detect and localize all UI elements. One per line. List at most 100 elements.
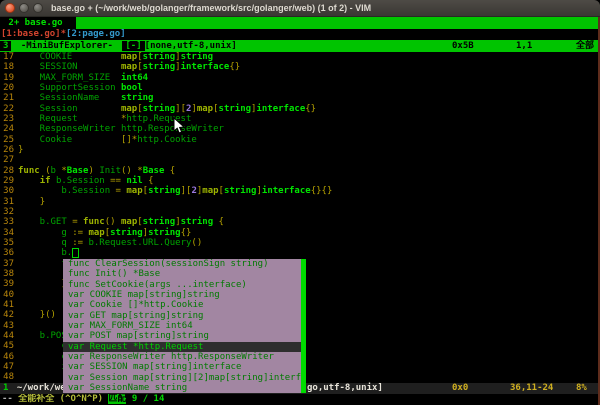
completion-item[interactable]: func ClearSession(sessionSign string) [63, 259, 301, 269]
status-file-path: ~/work/we [11, 383, 65, 393]
minibufexplorer-bufferlist: [1:base.go]*[2:page.go] [0, 29, 600, 40]
completion-item[interactable]: var Session map[string][2]map[string]int… [63, 373, 301, 383]
code-text: } [18, 145, 23, 155]
status-buffer-number: 1 [0, 383, 11, 393]
vim-cmdline: -- 全能补全 (^O^N^P) 匹配 9 / 14 [0, 394, 600, 405]
mbe-title: -MiniBufExplorer- [17, 41, 117, 51]
line-number: 35 [0, 238, 14, 248]
line-number: 48 [0, 372, 14, 382]
completion-item[interactable]: var SessionName string [63, 383, 301, 393]
mode-dashes: -- [2, 394, 18, 404]
line-number: 32 [0, 207, 14, 217]
mbe-scroll-pos: 全部 [576, 40, 594, 52]
code-text: SESSION map[string]interface{} [18, 62, 240, 72]
maximize-icon[interactable] [33, 3, 43, 13]
status-file-format: go,utf-8,unix] [307, 383, 383, 394]
code-line: 35 q := b.Request.URL.Query() [0, 238, 600, 248]
code-text: b.POS [18, 331, 67, 341]
line-number: 31 [0, 197, 14, 207]
code-text: MAX_FORM_SIZE int64 [18, 73, 148, 83]
code-text: b. [18, 248, 79, 258]
tab-current[interactable]: 2+ base.go [0, 17, 76, 29]
completion-item[interactable]: var Request *http.Request [63, 342, 301, 352]
status-hex-value: 0x0 [452, 383, 468, 394]
line-number: 39 [0, 279, 14, 289]
line-number: 26 [0, 145, 14, 155]
minibufexplorer-statusline: 3 -MiniBufExplorer- [-][none,utf-8,unix]… [0, 40, 600, 52]
line-number: 18 [0, 62, 14, 72]
completion-item[interactable]: var Cookie []*http.Cookie [63, 300, 301, 310]
code-text: func (b *Base) Init() *Base { [18, 166, 175, 176]
line-number: 23 [0, 114, 14, 124]
code-text: r [18, 300, 67, 310]
mbe-buffer-number: 3 [0, 41, 11, 51]
line-number: 36 [0, 248, 14, 258]
completion-item[interactable]: func Init() *Base [63, 269, 301, 279]
code-text: c [18, 341, 67, 351]
line-number: 27 [0, 155, 14, 165]
match-label: 匹配 [108, 394, 126, 404]
mbe-flag: [-] [122, 41, 144, 51]
code-line: 32 [0, 207, 600, 217]
code-line: 25 Cookie []*http.Cookie [0, 135, 600, 145]
code-text: ResponseWriter http.ResponseWriter [18, 124, 224, 134]
line-number: 19 [0, 73, 14, 83]
line-number: 43 [0, 321, 14, 331]
line-number: 25 [0, 135, 14, 145]
mode-message: 全能补全 (^O^N^P) [18, 394, 108, 404]
line-number: 40 [0, 290, 14, 300]
code-text: }() [18, 310, 56, 320]
window-title: base.go + (~/work/web/golanger/framework… [51, 3, 371, 13]
completion-item[interactable]: var ResponseWriter http.ResponseWriter [63, 352, 301, 362]
text-cursor [72, 248, 79, 258]
code-line: 29 if b.Session == nil { [0, 176, 600, 186]
match-count: 9 / 14 [126, 394, 164, 404]
code-line: 30 b.Session = map[string][2]map[string]… [0, 186, 600, 196]
completion-item[interactable]: var MAX_FORM_SIZE int64 [63, 321, 301, 331]
completion-item[interactable]: var SESSION map[string]interface [63, 362, 301, 372]
line-number: 42 [0, 310, 14, 320]
code-line: 27 [0, 155, 600, 165]
buffer-tab[interactable]: [1:base.go]* [1, 29, 66, 39]
line-number: 30 [0, 186, 14, 196]
minimize-icon[interactable] [19, 3, 29, 13]
line-number: 24 [0, 124, 14, 134]
vim-tabline: 2+ base.go [0, 17, 600, 29]
line-number: 47 [0, 362, 14, 372]
popup-scrollbar[interactable] [301, 259, 306, 393]
line-number: 20 [0, 83, 14, 93]
code-line: 19 MAX_FORM_SIZE int64 [0, 73, 600, 83]
line-number: 33 [0, 217, 14, 227]
code-text: if b.Session == nil { [18, 176, 154, 186]
status-cursor-pos: 36,11-24 [510, 383, 553, 394]
line-number: 46 [0, 352, 14, 362]
close-icon[interactable] [5, 3, 15, 13]
code-text: COOKIE map[string]string [18, 52, 213, 62]
mbe-file-info: [none,utf-8,unix] [145, 41, 237, 51]
line-number: 17 [0, 52, 14, 62]
code-line: 20 SupportSession bool [0, 83, 600, 93]
code-text: Request *http.Request [18, 114, 191, 124]
line-number: 45 [0, 341, 14, 351]
code-line: 36 b. [0, 248, 600, 258]
code-line: 34 g := map[string]string{} [0, 228, 600, 238]
code-line: 17 COOKIE map[string]string [0, 52, 600, 62]
line-number: 34 [0, 228, 14, 238]
line-number: 37 [0, 259, 14, 269]
line-number: 22 [0, 104, 14, 114]
code-line: 22 Session map[string][2]map[string]inte… [0, 104, 600, 114]
code-text: Session map[string][2]map[string]interfa… [18, 104, 316, 114]
completion-item[interactable]: var COOKIE map[string]string [63, 290, 301, 300]
line-number: 44 [0, 331, 14, 341]
code-line: 33 b.GET = func() map[string]string { [0, 217, 600, 227]
code-text: Cookie []*http.Cookie [18, 135, 197, 145]
line-number: 21 [0, 93, 14, 103]
buffer-tab[interactable]: [2:page.go] [66, 29, 126, 39]
completion-item[interactable]: var POST map[string]string [63, 331, 301, 341]
window-titlebar: base.go + (~/work/web/golanger/framework… [0, 0, 600, 17]
code-text: b.GET = func() map[string]string { [18, 217, 224, 227]
code-text: } [18, 197, 45, 207]
completion-popup: func ClearSession(sessionSign string)fun… [63, 259, 301, 393]
completion-item[interactable]: var GET map[string]string [63, 311, 301, 321]
completion-item[interactable]: func SetCookie(args ...interface) [63, 280, 301, 290]
